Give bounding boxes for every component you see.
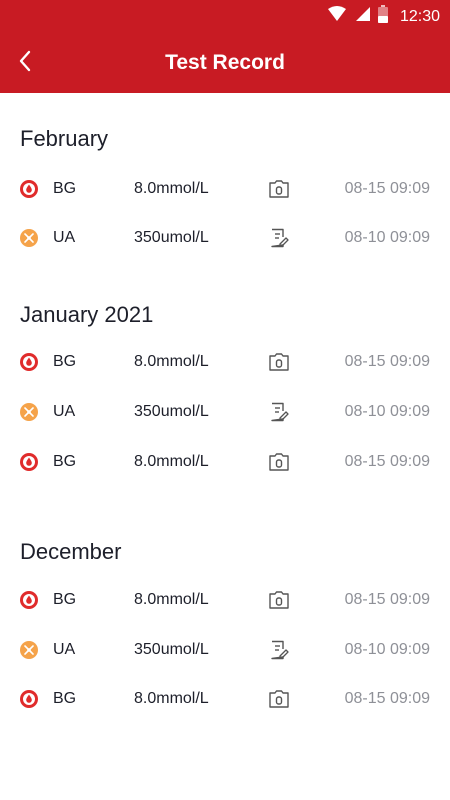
blood-drop-icon: [20, 591, 38, 609]
test-value: 350umol/L: [134, 641, 209, 658]
blood-drop-icon: [20, 353, 38, 371]
test-type: UA: [53, 403, 76, 420]
month-title: December: [20, 539, 122, 564]
test-type: BG: [53, 591, 77, 608]
record-row[interactable]: BG 8.0mmol/L 08-15 09:09: [0, 169, 450, 209]
test-value: 8.0mmol/L: [134, 353, 209, 370]
app-bar: Test Record: [0, 30, 450, 93]
record-row[interactable]: BG 8.0mmol/L 08-15 09:09: [0, 679, 450, 719]
signal-icon: [354, 6, 370, 27]
uric-acid-icon: [20, 229, 38, 247]
camera-icon[interactable]: [268, 452, 290, 472]
month-title: January 2021: [20, 302, 154, 327]
blood-drop-icon: [20, 690, 38, 708]
record-row[interactable]: BG 8.0mmol/L 08-15 09:09: [0, 580, 450, 620]
status-time: 12:30: [399, 7, 440, 25]
test-time: 08-15 09:09: [344, 180, 430, 197]
record-row[interactable]: UA 350umol/L 08-10 09:09: [0, 392, 450, 432]
test-time: 08-15 09:09: [344, 453, 430, 470]
page-title: Test Record: [165, 51, 285, 74]
record-row[interactable]: UA 350umol/L 08-10 09:09: [0, 630, 450, 670]
note-edit-icon[interactable]: [268, 228, 290, 248]
camera-icon[interactable]: [268, 179, 290, 199]
test-value: 8.0mmol/L: [134, 180, 209, 197]
test-time: 08-15 09:09: [344, 591, 430, 608]
test-time: 08-10 09:09: [344, 641, 430, 658]
test-time: 08-15 09:09: [344, 353, 430, 370]
test-value: 8.0mmol/L: [134, 591, 209, 608]
test-time: 08-10 09:09: [344, 403, 430, 420]
test-type: UA: [53, 229, 76, 246]
blood-drop-icon: [20, 453, 38, 471]
status-icons: 12:30: [327, 5, 440, 28]
status-bar: 12:30: [0, 0, 450, 30]
test-value: 8.0mmol/L: [134, 690, 209, 707]
blood-drop-icon: [20, 180, 38, 198]
record-row[interactable]: BG 8.0mmol/L 08-15 09:09: [0, 342, 450, 382]
camera-icon[interactable]: [268, 590, 290, 610]
record-row[interactable]: BG 8.0mmol/L 08-15 09:09: [0, 442, 450, 482]
test-value: 350umol/L: [134, 229, 209, 246]
camera-icon[interactable]: [268, 352, 290, 372]
battery-icon: [377, 5, 388, 28]
month-title: February: [20, 126, 109, 151]
record-row[interactable]: UA 350umol/L 08-10 09:09: [0, 218, 450, 258]
test-value: 8.0mmol/L: [134, 453, 209, 470]
wifi-icon: [327, 6, 346, 27]
test-type: BG: [53, 180, 77, 197]
test-type: UA: [53, 641, 76, 658]
test-type: BG: [53, 353, 77, 370]
test-time: 08-15 09:09: [344, 690, 430, 707]
test-type: BG: [53, 453, 77, 470]
note-edit-icon[interactable]: [268, 640, 290, 660]
test-type: BG: [53, 690, 77, 707]
uric-acid-icon: [20, 641, 38, 659]
test-value: 350umol/L: [134, 403, 209, 420]
camera-icon[interactable]: [268, 689, 290, 709]
uric-acid-icon: [20, 403, 38, 421]
note-edit-icon[interactable]: [268, 402, 290, 422]
test-time: 08-10 09:09: [344, 229, 430, 246]
